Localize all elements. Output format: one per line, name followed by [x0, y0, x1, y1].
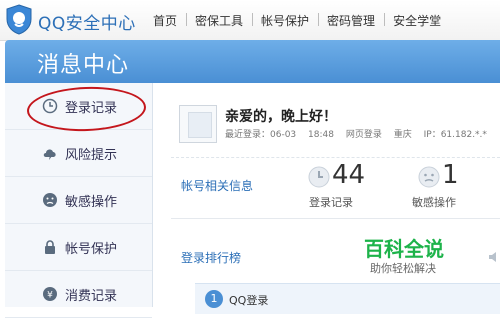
sidebar-item-account-protection[interactable]: 帐号保护	[5, 224, 152, 271]
greeting-text: 亲爱的，晚上好！	[225, 109, 337, 125]
login-count-label: 登录记录	[309, 196, 353, 209]
login-count[interactable]: 44	[332, 160, 365, 190]
account-info-title: 帐号相关信息	[181, 179, 254, 193]
divider	[171, 157, 500, 158]
avatar[interactable]	[179, 105, 217, 143]
last-login-time: 18:48	[308, 130, 334, 140]
sidebar-item-label: 帐号保护	[65, 242, 118, 257]
nav-item-home[interactable]: 首页	[144, 12, 186, 29]
login-ip: IP：61.182.*.*	[423, 130, 487, 140]
rank-label: QQ登录	[229, 294, 269, 307]
cloud-icon	[43, 149, 56, 160]
sidebar-item-label: 敏感操作	[65, 195, 118, 210]
shield-logo-icon[interactable]	[5, 4, 33, 35]
face-icon	[418, 166, 440, 188]
last-login-info: 最近登录：06-03 18:48 网页登录 重庆 IP：61.182.*.*	[225, 127, 496, 140]
clock-icon	[308, 166, 330, 188]
divider	[171, 218, 500, 219]
sidebar-item-label: 风险提示	[65, 148, 118, 163]
page-banner: 消息中心	[5, 40, 500, 83]
sidebar-item-sensitive-operations[interactable]: 敏感操作	[5, 177, 152, 224]
coin-icon: ¥	[43, 287, 57, 301]
main-panel: 亲爱的，晚上好！ 最近登录：06-03 18:48 网页登录 重庆 IP：61.…	[153, 83, 500, 314]
logo-text[interactable]: QQ安全中心	[38, 9, 136, 34]
face-icon	[43, 193, 57, 207]
speaker-icon	[489, 252, 496, 262]
lock-icon	[45, 240, 55, 254]
sidebar-item-spending-records[interactable]: ¥ 消费记录	[5, 271, 152, 318]
svg-text:¥: ¥	[47, 291, 53, 301]
nav-item-security-school[interactable]: 安全学堂	[384, 12, 450, 29]
last-login-date: 最近登录：06-03	[225, 130, 297, 140]
nav-item-security-tools[interactable]: 密保工具	[186, 12, 252, 29]
login-method: 网页登录	[345, 130, 382, 140]
watermark-title: 百科全说	[364, 237, 444, 261]
top-navigation-bar: QQ安全中心 首页 密保工具 帐号保护 密码管理 安全学堂	[0, 0, 500, 41]
page-title: 消息中心	[37, 53, 130, 78]
rank-badge: 1	[205, 290, 223, 308]
ranking-title: 登录排行榜	[181, 251, 242, 265]
main-nav: 首页 密保工具 帐号保护 密码管理 安全学堂	[144, 0, 450, 40]
nav-item-password-management[interactable]: 密码管理	[318, 12, 384, 29]
sidebar-item-label: 消费记录	[65, 289, 118, 304]
nav-item-account-protection[interactable]: 帐号保护	[252, 12, 318, 29]
avatar-image	[188, 112, 212, 138]
sensitive-count[interactable]: 1	[442, 160, 459, 190]
watermark-subtitle: 助你轻松解决	[370, 262, 436, 275]
sensitive-count-label: 敏感操作	[412, 196, 456, 209]
sidebar-item-risk-alerts[interactable]: 风险提示	[5, 130, 152, 177]
login-location: 重庆	[393, 130, 412, 140]
